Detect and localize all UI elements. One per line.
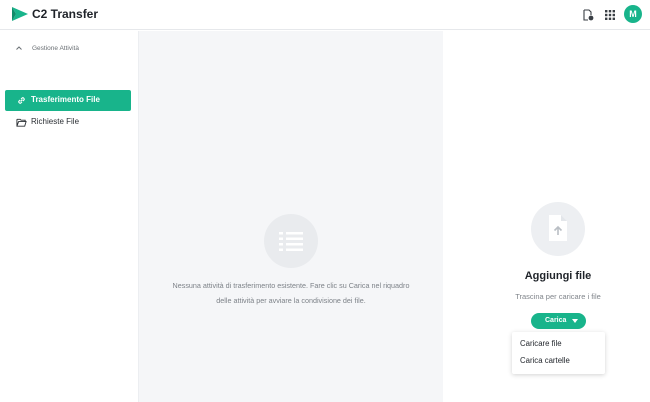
- caret-down-icon: [572, 319, 578, 323]
- sidebar-item-file-transfer[interactable]: Trasferimento File: [5, 90, 131, 111]
- folder-open-icon: [16, 118, 27, 127]
- add-files-title: Aggiungi file: [524, 270, 592, 282]
- file-info-icon[interactable]: [582, 9, 594, 21]
- upload-dropdown-menu: Caricare file Carica cartelle: [512, 332, 605, 374]
- sidebar-item-file-requests[interactable]: Richieste File: [5, 112, 131, 133]
- empty-state-illustration: [264, 214, 318, 268]
- sidebar-item-label: Richieste File: [31, 117, 80, 126]
- menu-item-upload-folders[interactable]: Carica cartelle: [520, 355, 570, 367]
- top-bar: C2 Transfer M: [0, 0, 650, 30]
- upload-button[interactable]: Carica: [531, 313, 586, 329]
- upload-illustration: [531, 202, 585, 256]
- drag-hint: Trascina per caricare i file: [515, 292, 601, 301]
- list-icon: [279, 232, 303, 251]
- sidebar-section-toggle[interactable]: Gestione Attività: [0, 43, 139, 55]
- sidebar-item-label: Trasferimento File: [31, 95, 100, 104]
- logo-icon[interactable]: [11, 6, 29, 22]
- upload-button-label: Carica: [545, 317, 567, 324]
- app-title: C2 Transfer: [32, 7, 99, 21]
- apps-grid-icon[interactable]: [604, 9, 616, 21]
- file-upload-icon: [549, 215, 567, 241]
- sidebar-section-label: Gestione Attività: [32, 45, 79, 52]
- menu-item-upload-files[interactable]: Caricare file: [520, 338, 562, 350]
- empty-state-message: Nessuna attività di trasferimento esiste…: [172, 281, 410, 305]
- link-icon: [18, 97, 25, 104]
- sidebar: Gestione Attività Trasferimento File Ric…: [0, 31, 139, 402]
- chevron-up-icon: [16, 46, 22, 50]
- transfer-list-panel: Nessuna attività di trasferimento esiste…: [139, 31, 443, 402]
- avatar[interactable]: M: [624, 5, 642, 23]
